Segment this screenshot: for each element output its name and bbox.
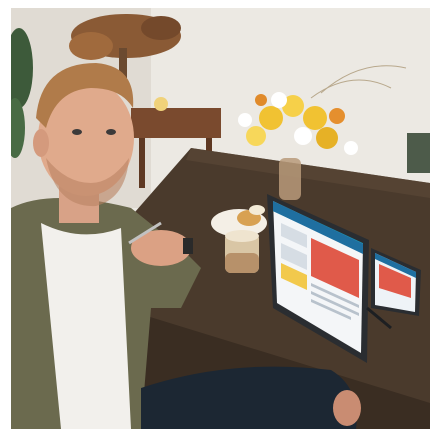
chair-right <box>407 133 430 173</box>
photo <box>11 8 430 429</box>
scene-illustration <box>11 8 430 429</box>
coffee-glass <box>225 230 259 273</box>
photo-frame <box>0 0 431 432</box>
